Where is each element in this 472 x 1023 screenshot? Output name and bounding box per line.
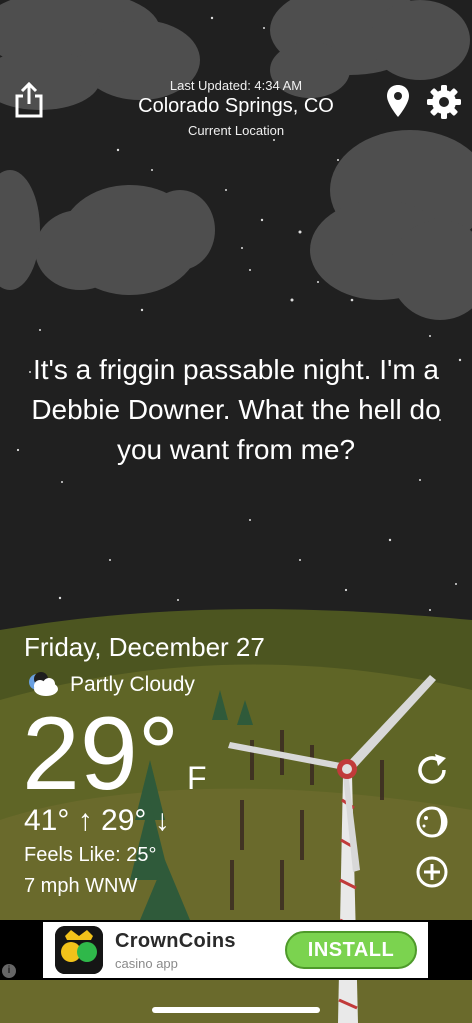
- temperature: 29°: [22, 696, 180, 812]
- current-location-label: Current Location: [187, 123, 285, 138]
- moon-phase-icon[interactable]: [414, 804, 450, 840]
- crowncoins-logo: [55, 926, 103, 974]
- home-indicator[interactable]: [152, 1007, 320, 1013]
- weather-message: It's a friggin passable night. I'm a Deb…: [31, 354, 441, 465]
- ad-banner[interactable]: CrownCoins casino app INSTALL i: [0, 920, 472, 980]
- feels-like: Feels Like: 25°: [24, 844, 157, 866]
- condition-label: Partly Cloudy: [70, 673, 195, 696]
- high-low: 41° ↑ 29° ↓: [24, 804, 170, 837]
- wind-speed: 7 mph WNW: [24, 875, 138, 897]
- install-button[interactable]: INSTALL: [285, 931, 417, 969]
- partly-cloudy-night-icon: [29, 672, 58, 696]
- gear-icon[interactable]: [426, 84, 462, 120]
- header: Last Updated: 4:34 AM Colorado Springs, …: [0, 0, 472, 150]
- refresh-icon[interactable]: [414, 752, 450, 788]
- temperature-unit[interactable]: F: [187, 760, 207, 797]
- date-label: Friday, December 27: [24, 632, 265, 662]
- ad-brand: CrownCoins: [115, 930, 236, 952]
- ad-info-icon[interactable]: i: [2, 964, 16, 978]
- location-pin-icon[interactable]: [385, 84, 411, 118]
- add-icon[interactable]: [414, 854, 450, 890]
- ad-card[interactable]: CrownCoins casino app INSTALL: [43, 922, 428, 978]
- night-scene-background: [0, 0, 472, 1023]
- ad-subtitle: casino app: [115, 956, 178, 971]
